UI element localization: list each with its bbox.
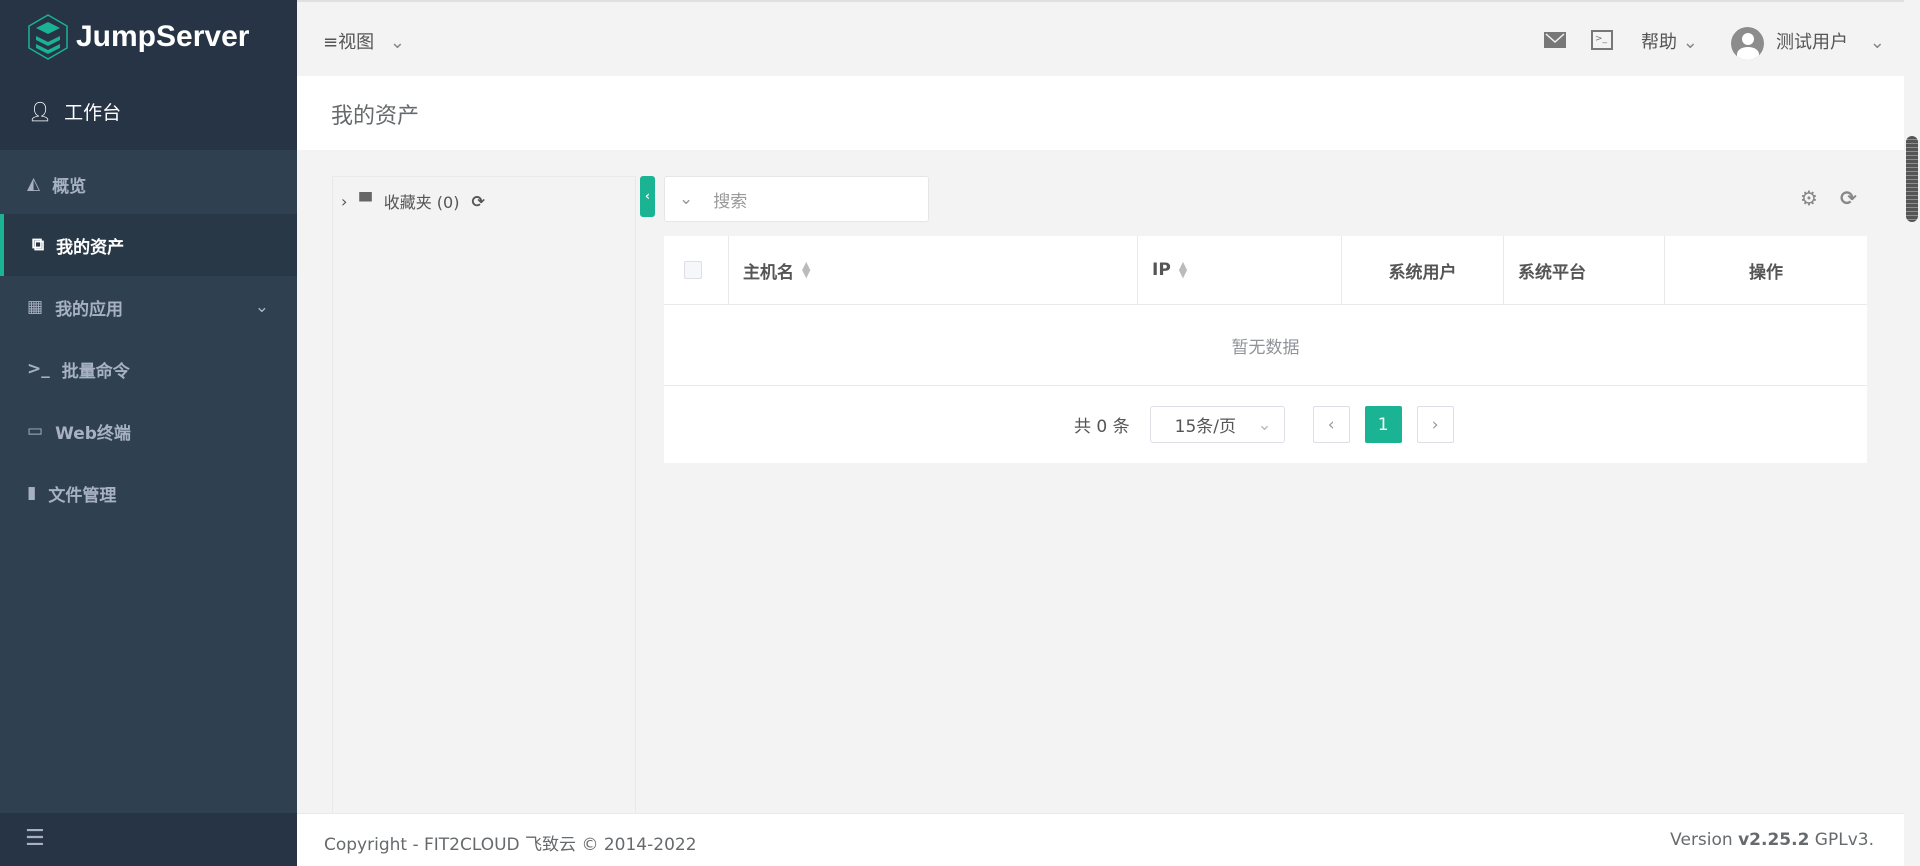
page-1-button[interactable]: 1	[1364, 406, 1402, 443]
tree-node-favorites[interactable]: › ▀ 收藏夹 (0) ⟳	[333, 177, 635, 213]
view-menu[interactable]: ≡视图 ⌄	[323, 28, 405, 54]
file-icon: ▮	[27, 483, 37, 503]
empty-message: 暂无数据	[664, 305, 1867, 386]
column-actions: 操作	[1665, 236, 1867, 304]
asset-table: 主机名 ▲ ▼ IP ▲ ▼ 系统用户 系统平台 操作 暂无数据 共 0 条 15条/页…	[664, 236, 1867, 463]
copyright: Copyright - FIT2CLOUD 飞致云 © 2014-2022	[324, 835, 697, 855]
page-title: 我的资产	[331, 104, 420, 129]
mail-icon[interactable]	[1544, 32, 1566, 48]
sort-icon: ▲ ▼	[1178, 259, 1188, 280]
sidebar-item-my-apps[interactable]: ▦ 我的应用 ⌄	[0, 276, 297, 338]
menu-label: 概览	[52, 176, 87, 197]
topbar: ≡视图 ⌄ >_ 帮助 ⌄ 测试用户 ⌄	[297, 0, 1904, 76]
chevron-down-icon: ⌄	[1257, 414, 1272, 435]
version-prefix: Version	[1670, 830, 1739, 850]
column-label: IP	[1152, 260, 1171, 280]
chevron-right-icon: ›	[1431, 414, 1439, 435]
settings-gear-icon[interactable]: ⚙	[1800, 186, 1818, 210]
column-hostname[interactable]: 主机名 ▲ ▼	[729, 236, 1138, 304]
refresh-icon[interactable]: ⟳	[471, 192, 484, 211]
sidebar-header: JumpServer 👤︎ 工作台	[0, 0, 297, 150]
terminal-icon[interactable]: >_	[1591, 30, 1613, 50]
table-header: 主机名 ▲ ▼ IP ▲ ▼ 系统用户 系统平台 操作	[664, 236, 1867, 305]
jumpserver-logo-icon	[28, 14, 68, 60]
sidebar-item-web-terminal[interactable]: ▭ Web终端	[0, 400, 297, 462]
page-size-select[interactable]: 15条/页 ⌄	[1149, 406, 1285, 443]
column-label: 系统用户	[1388, 262, 1457, 283]
sidebar: JumpServer 👤︎ 工作台 ◭ 概览 ⧉ 我的资产 ▦ 我的应用 ⌄ >_ 批量命令…	[0, 0, 297, 866]
collapse-sidebar-button[interactable]: ☰	[0, 813, 297, 866]
grid-icon: ▦	[27, 297, 44, 317]
menu-label: 文件管理	[48, 485, 117, 506]
menu-label: 我的资产	[56, 237, 125, 258]
workbench-link[interactable]: 👤︎ 工作台	[28, 98, 121, 125]
user-menu[interactable]: 测试用户 ⌄	[1776, 28, 1885, 54]
scrollbar-thumb[interactable]	[1906, 136, 1918, 222]
menu-label: 我的应用	[55, 299, 124, 320]
scrollbar[interactable]	[1904, 0, 1920, 866]
prev-page-button[interactable]: ‹	[1312, 406, 1350, 443]
help-menu[interactable]: 帮助 ⌄	[1641, 28, 1698, 54]
sidebar-item-overview[interactable]: ◭ 概览	[0, 153, 297, 215]
search-input[interactable]: ⌄ 搜索	[664, 176, 929, 222]
column-label: 操作	[1749, 262, 1783, 283]
chevron-down-icon: ⌄	[254, 297, 269, 317]
workbench-label: 工作台	[64, 102, 122, 124]
chevron-right-icon: ›	[341, 191, 348, 211]
select-all-checkbox[interactable]	[664, 236, 729, 304]
search-placeholder: 搜索	[713, 191, 748, 212]
folder-icon: ▀	[359, 191, 372, 211]
area-chart-icon: ◭	[27, 174, 41, 194]
avatar[interactable]	[1731, 27, 1764, 60]
footer: Copyright - FIT2CLOUD 飞致云 © 2014-2022 Ve…	[297, 813, 1904, 866]
sidebar-item-my-assets[interactable]: ⧉ 我的资产	[0, 214, 297, 276]
column-label: 系统平台	[1518, 262, 1586, 283]
sort-icon: ▲ ▼	[802, 259, 811, 280]
user-icon: 👤︎	[28, 101, 53, 123]
page-number: 1	[1377, 414, 1389, 435]
next-page-button[interactable]: ›	[1416, 406, 1454, 443]
version-number: v2.25.2	[1738, 830, 1810, 850]
menu-label: Web终端	[55, 423, 131, 444]
clone-icon: ⧉	[32, 235, 45, 255]
column-platform: 系统平台	[1504, 236, 1665, 304]
chevron-down-icon: ⌄	[1682, 32, 1698, 53]
page-header: 我的资产	[297, 76, 1904, 150]
view-label: 视图	[338, 32, 375, 53]
chevron-left-icon: ‹	[645, 189, 650, 203]
sidebar-item-file-manager[interactable]: ▮ 文件管理	[0, 462, 297, 524]
app-name: JumpServer	[76, 20, 250, 53]
chevron-left-icon: ‹	[1327, 414, 1335, 435]
version-info: Version v2.25.2 GPLv3.	[1670, 830, 1874, 850]
pagination: 共 0 条 15条/页 ⌄ ‹ 1 ›	[664, 386, 1867, 463]
favorites-label: 收藏夹 (0)	[383, 193, 460, 212]
terminal-icon: >_	[27, 359, 50, 379]
hamburger-icon: ≡	[323, 32, 339, 53]
help-label: 帮助	[1641, 32, 1677, 53]
column-system-user: 系统用户	[1342, 236, 1504, 304]
user-name: 测试用户	[1776, 32, 1848, 53]
sidebar-item-batch-command[interactable]: >_ 批量命令	[0, 338, 297, 400]
total-count: 共 0 条	[1074, 417, 1130, 437]
menu-collapse-icon: ☰	[25, 826, 45, 851]
chevron-down-icon: ⌄	[679, 189, 694, 209]
asset-tree: › ▀ 收藏夹 (0) ⟳	[332, 176, 636, 813]
license: GPLv3.	[1809, 830, 1874, 850]
logo[interactable]: JumpServer	[28, 14, 249, 60]
window-icon: ▭	[27, 421, 44, 441]
column-ip[interactable]: IP ▲ ▼	[1138, 236, 1342, 304]
refresh-icon[interactable]: ⟳	[1840, 186, 1857, 210]
chevron-down-icon: ⌄	[389, 32, 405, 53]
chevron-down-icon: ⌄	[1869, 32, 1885, 53]
column-label: 主机名	[743, 262, 794, 283]
collapse-tree-button[interactable]: ‹	[640, 176, 655, 217]
menu-label: 批量命令	[61, 361, 130, 382]
page-size-value: 15条/页	[1174, 417, 1236, 437]
